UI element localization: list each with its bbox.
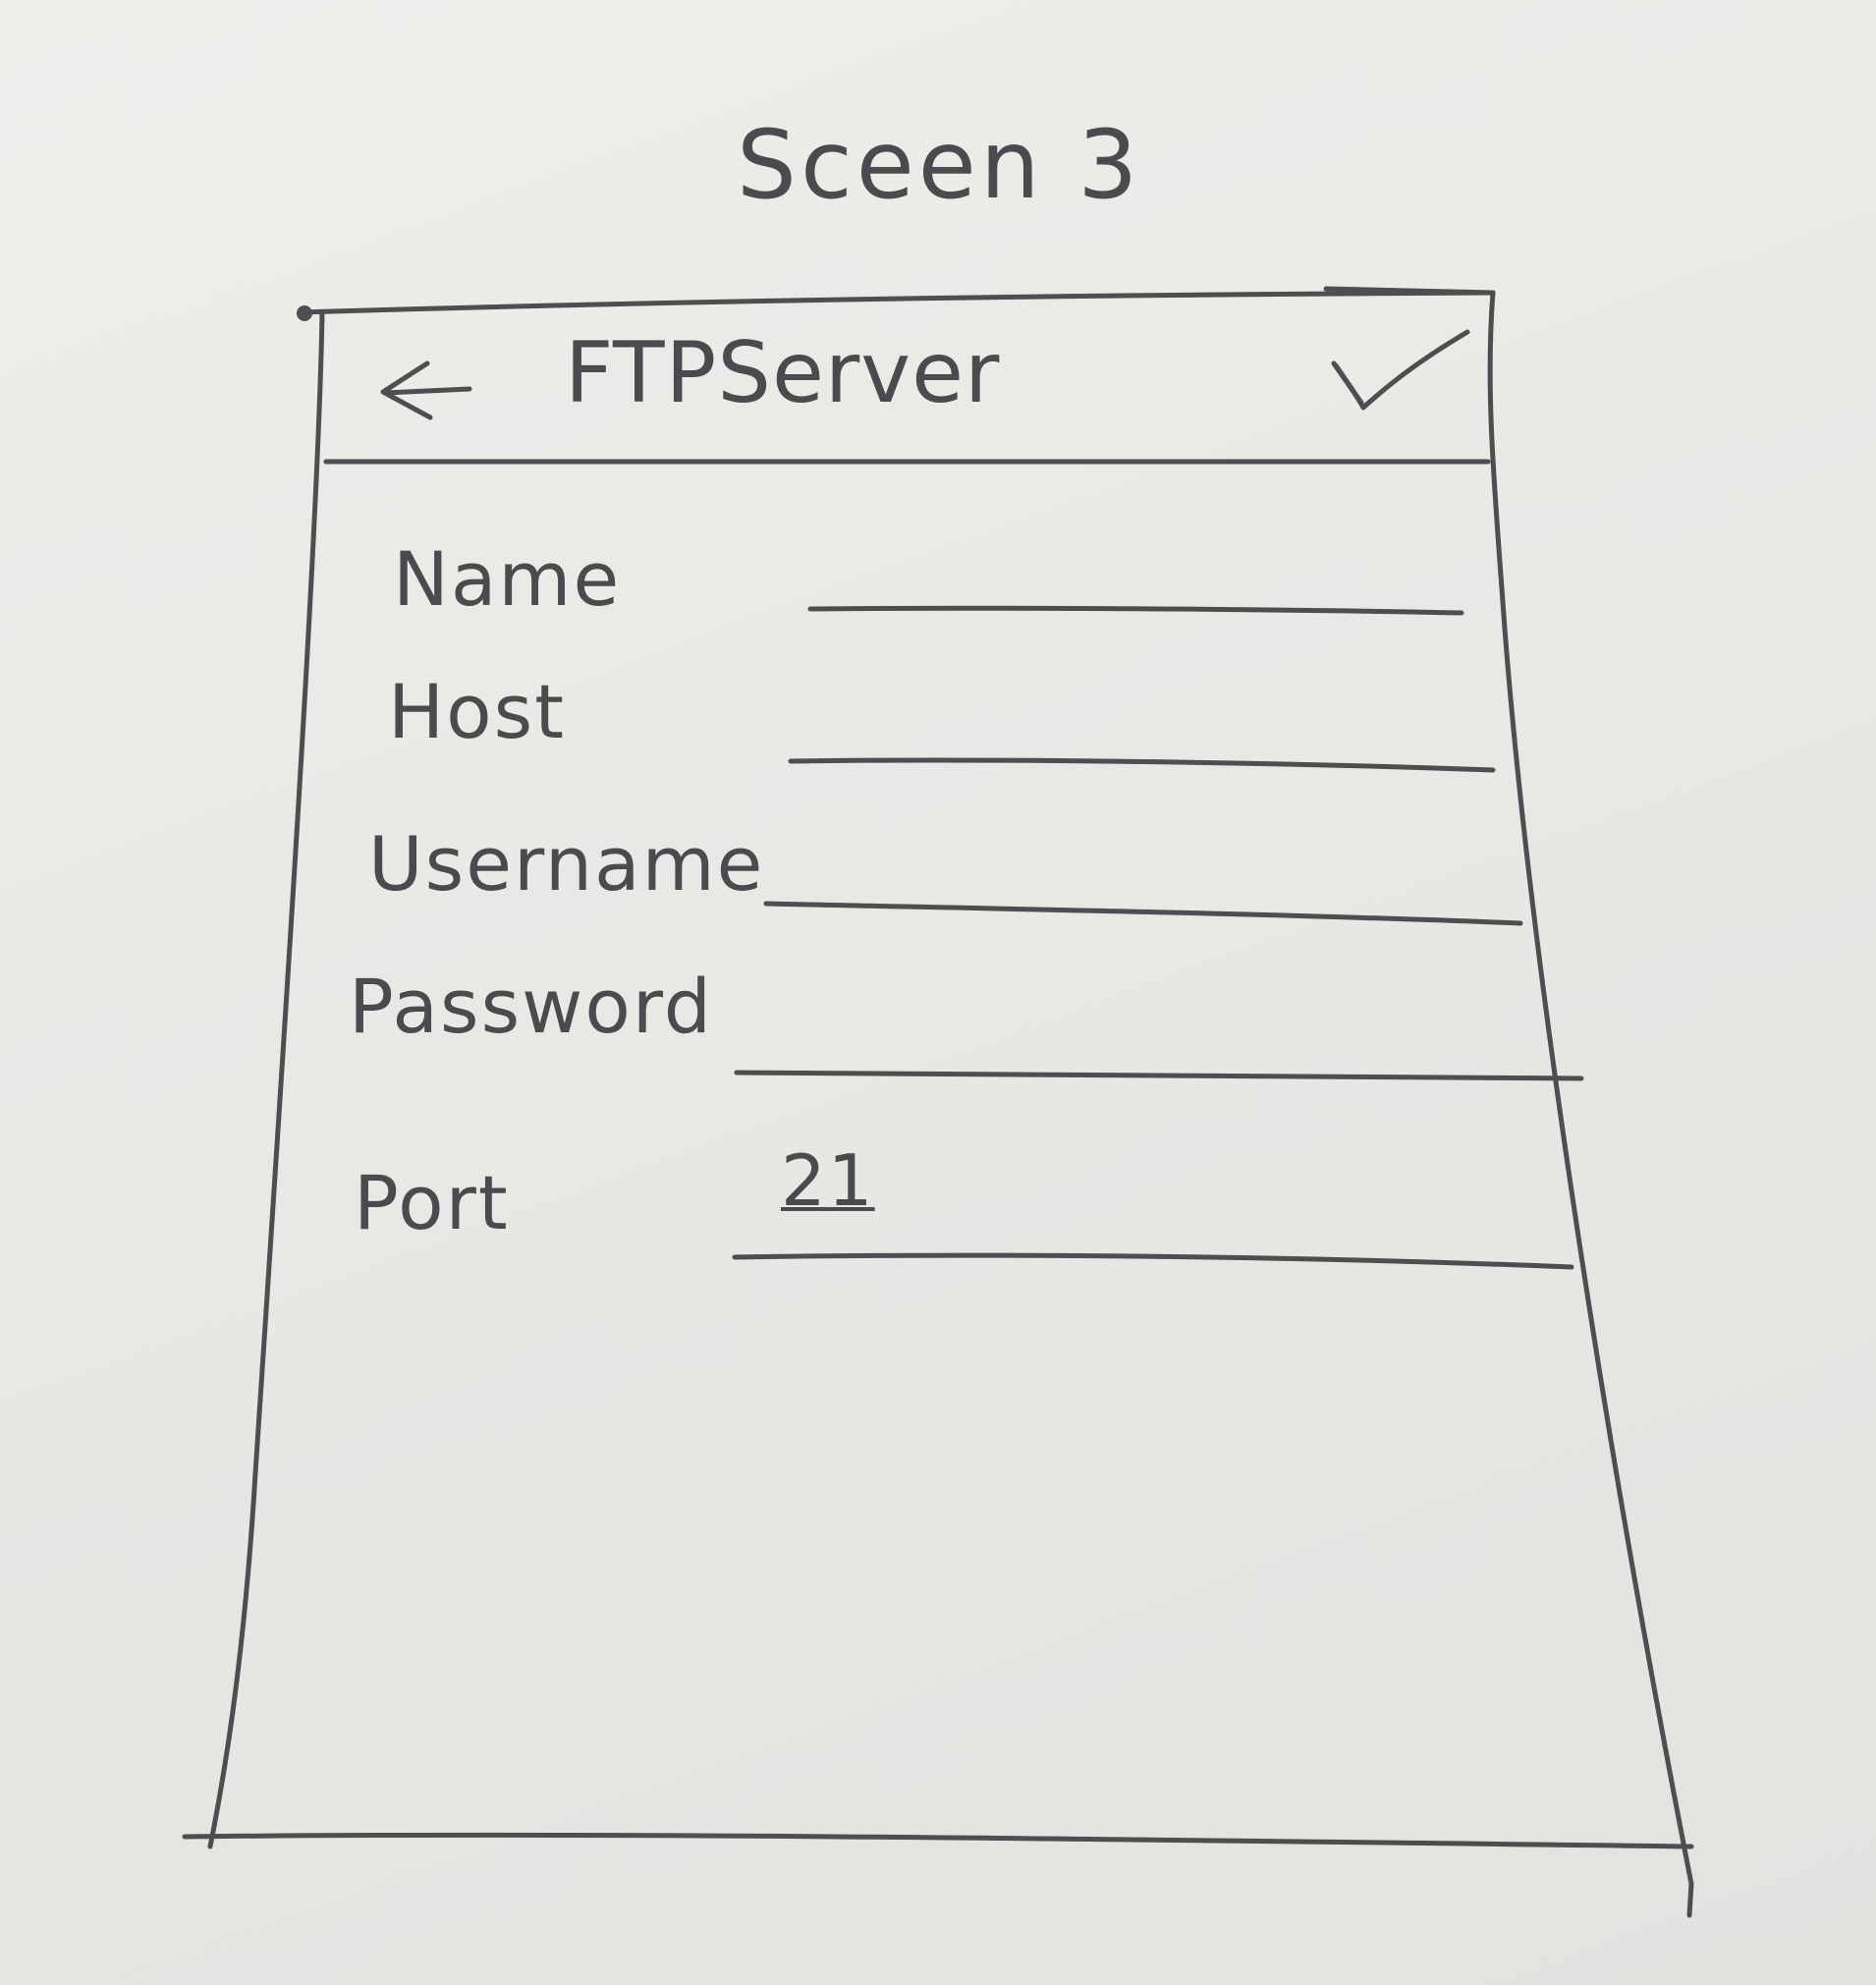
app-bar-title: FTPServer xyxy=(565,324,1001,422)
password-field[interactable] xyxy=(737,1012,1581,1080)
confirm-button[interactable] xyxy=(1311,314,1468,432)
phone-wireframe-sketch xyxy=(182,286,1694,1918)
name-field[interactable] xyxy=(807,550,1463,619)
screen-label: Sceen 3 xyxy=(737,110,1142,220)
name-label: Name xyxy=(393,535,622,623)
password-label: Password xyxy=(349,963,713,1050)
back-button[interactable] xyxy=(363,334,491,432)
host-field[interactable] xyxy=(788,699,1495,768)
port-value: 21 xyxy=(781,1139,875,1222)
phone-frame xyxy=(182,286,1694,1918)
username-label: Username xyxy=(368,820,765,908)
port-label: Port xyxy=(354,1159,510,1246)
username-field[interactable] xyxy=(764,845,1522,913)
app-bar-divider xyxy=(323,458,1491,465)
host-label: Host xyxy=(388,668,567,755)
